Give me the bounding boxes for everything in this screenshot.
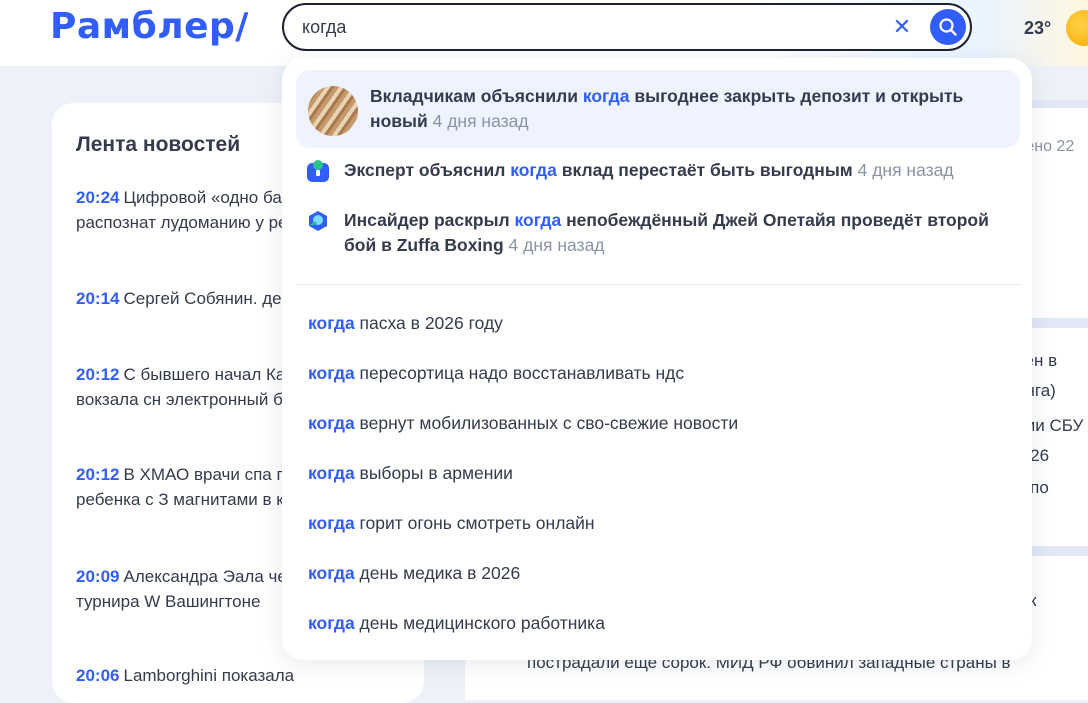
query-highlight: когда [308,313,355,333]
news-time: 20:12 [76,365,120,384]
search-bar[interactable]: ✕ [282,3,972,51]
query-highlight: когда [308,463,355,483]
query-suggestion[interactable]: когда день медицинского работника [308,613,605,634]
query-highlight: когда [308,563,355,583]
news-feed-title: Лента новостей [76,133,241,156]
news-age: 4 дня назад [432,111,529,131]
query-highlight: когда [308,513,355,533]
clear-icon[interactable]: ✕ [890,15,914,39]
news-text: Сергей Собянин. день [123,289,300,308]
query-highlight: когда [582,86,630,106]
news-age: 4 дня назад [857,160,954,180]
query-highlight: когда [308,613,355,633]
news-time: 20:06 [76,666,120,685]
search-button[interactable] [930,9,966,45]
query-highlight: когда [308,413,355,433]
rambler-logo[interactable]: Рамблер/ [50,6,249,47]
query-suggestion[interactable]: когда пересортица надо восстанавливать н… [308,363,684,384]
query-suggestion[interactable]: когда пасха в 2026 году [308,313,503,334]
news-suggestion[interactable]: Инсайдер раскрыл когда непобеждённый Дже… [306,208,1016,260]
news-time: 20:24 [76,188,120,207]
news-text: Lamborghini показала [123,666,295,685]
header: Рамблер/ ✕ 23° [0,0,1088,66]
news-suggestion[interactable]: Вкладчикам объяснили когда выгоднее закр… [296,70,1020,148]
sun-icon[interactable] [1066,10,1088,46]
news-suggestion-text: Эксперт объяснил когда вклад перестаёт б… [344,160,954,180]
query-suggestion[interactable]: когда вернут мобилизованных с сво-свежие… [308,413,738,434]
query-highlight: когда [514,210,562,230]
sport-source-icon [309,211,327,231]
news-suggestion-text: Вкладчикам объяснили когда выгоднее закр… [370,86,964,131]
query-highlight: когда [510,160,557,180]
query-suggestion[interactable]: когда горит огонь смотреть онлайн [308,513,595,534]
news-time: 20:14 [76,289,120,308]
news-suggestion-text: Инсайдер раскрыл когда непобеждённый Дже… [344,210,989,255]
query-suggestion[interactable]: когда выборы в армении [308,463,513,484]
deposit-thumbnail [308,86,358,136]
news-time: 20:12 [76,465,120,484]
search-suggestions-dropdown: Вкладчикам объяснили когда выгоднее закр… [282,58,1032,660]
weather-temperature[interactable]: 23° [1024,18,1051,39]
dropdown-divider [296,284,1020,285]
query-highlight: когда [308,363,355,383]
query-suggestion[interactable]: когда день медика в 2026 [308,563,520,584]
news-age: 4 дня назад [508,235,605,255]
search-input[interactable] [302,15,862,39]
search-icon [939,18,957,36]
finance-source-icon [307,160,329,182]
news-item[interactable]: 20:06 Lamborghini показала [76,663,416,688]
news-time: 20:09 [76,567,120,586]
